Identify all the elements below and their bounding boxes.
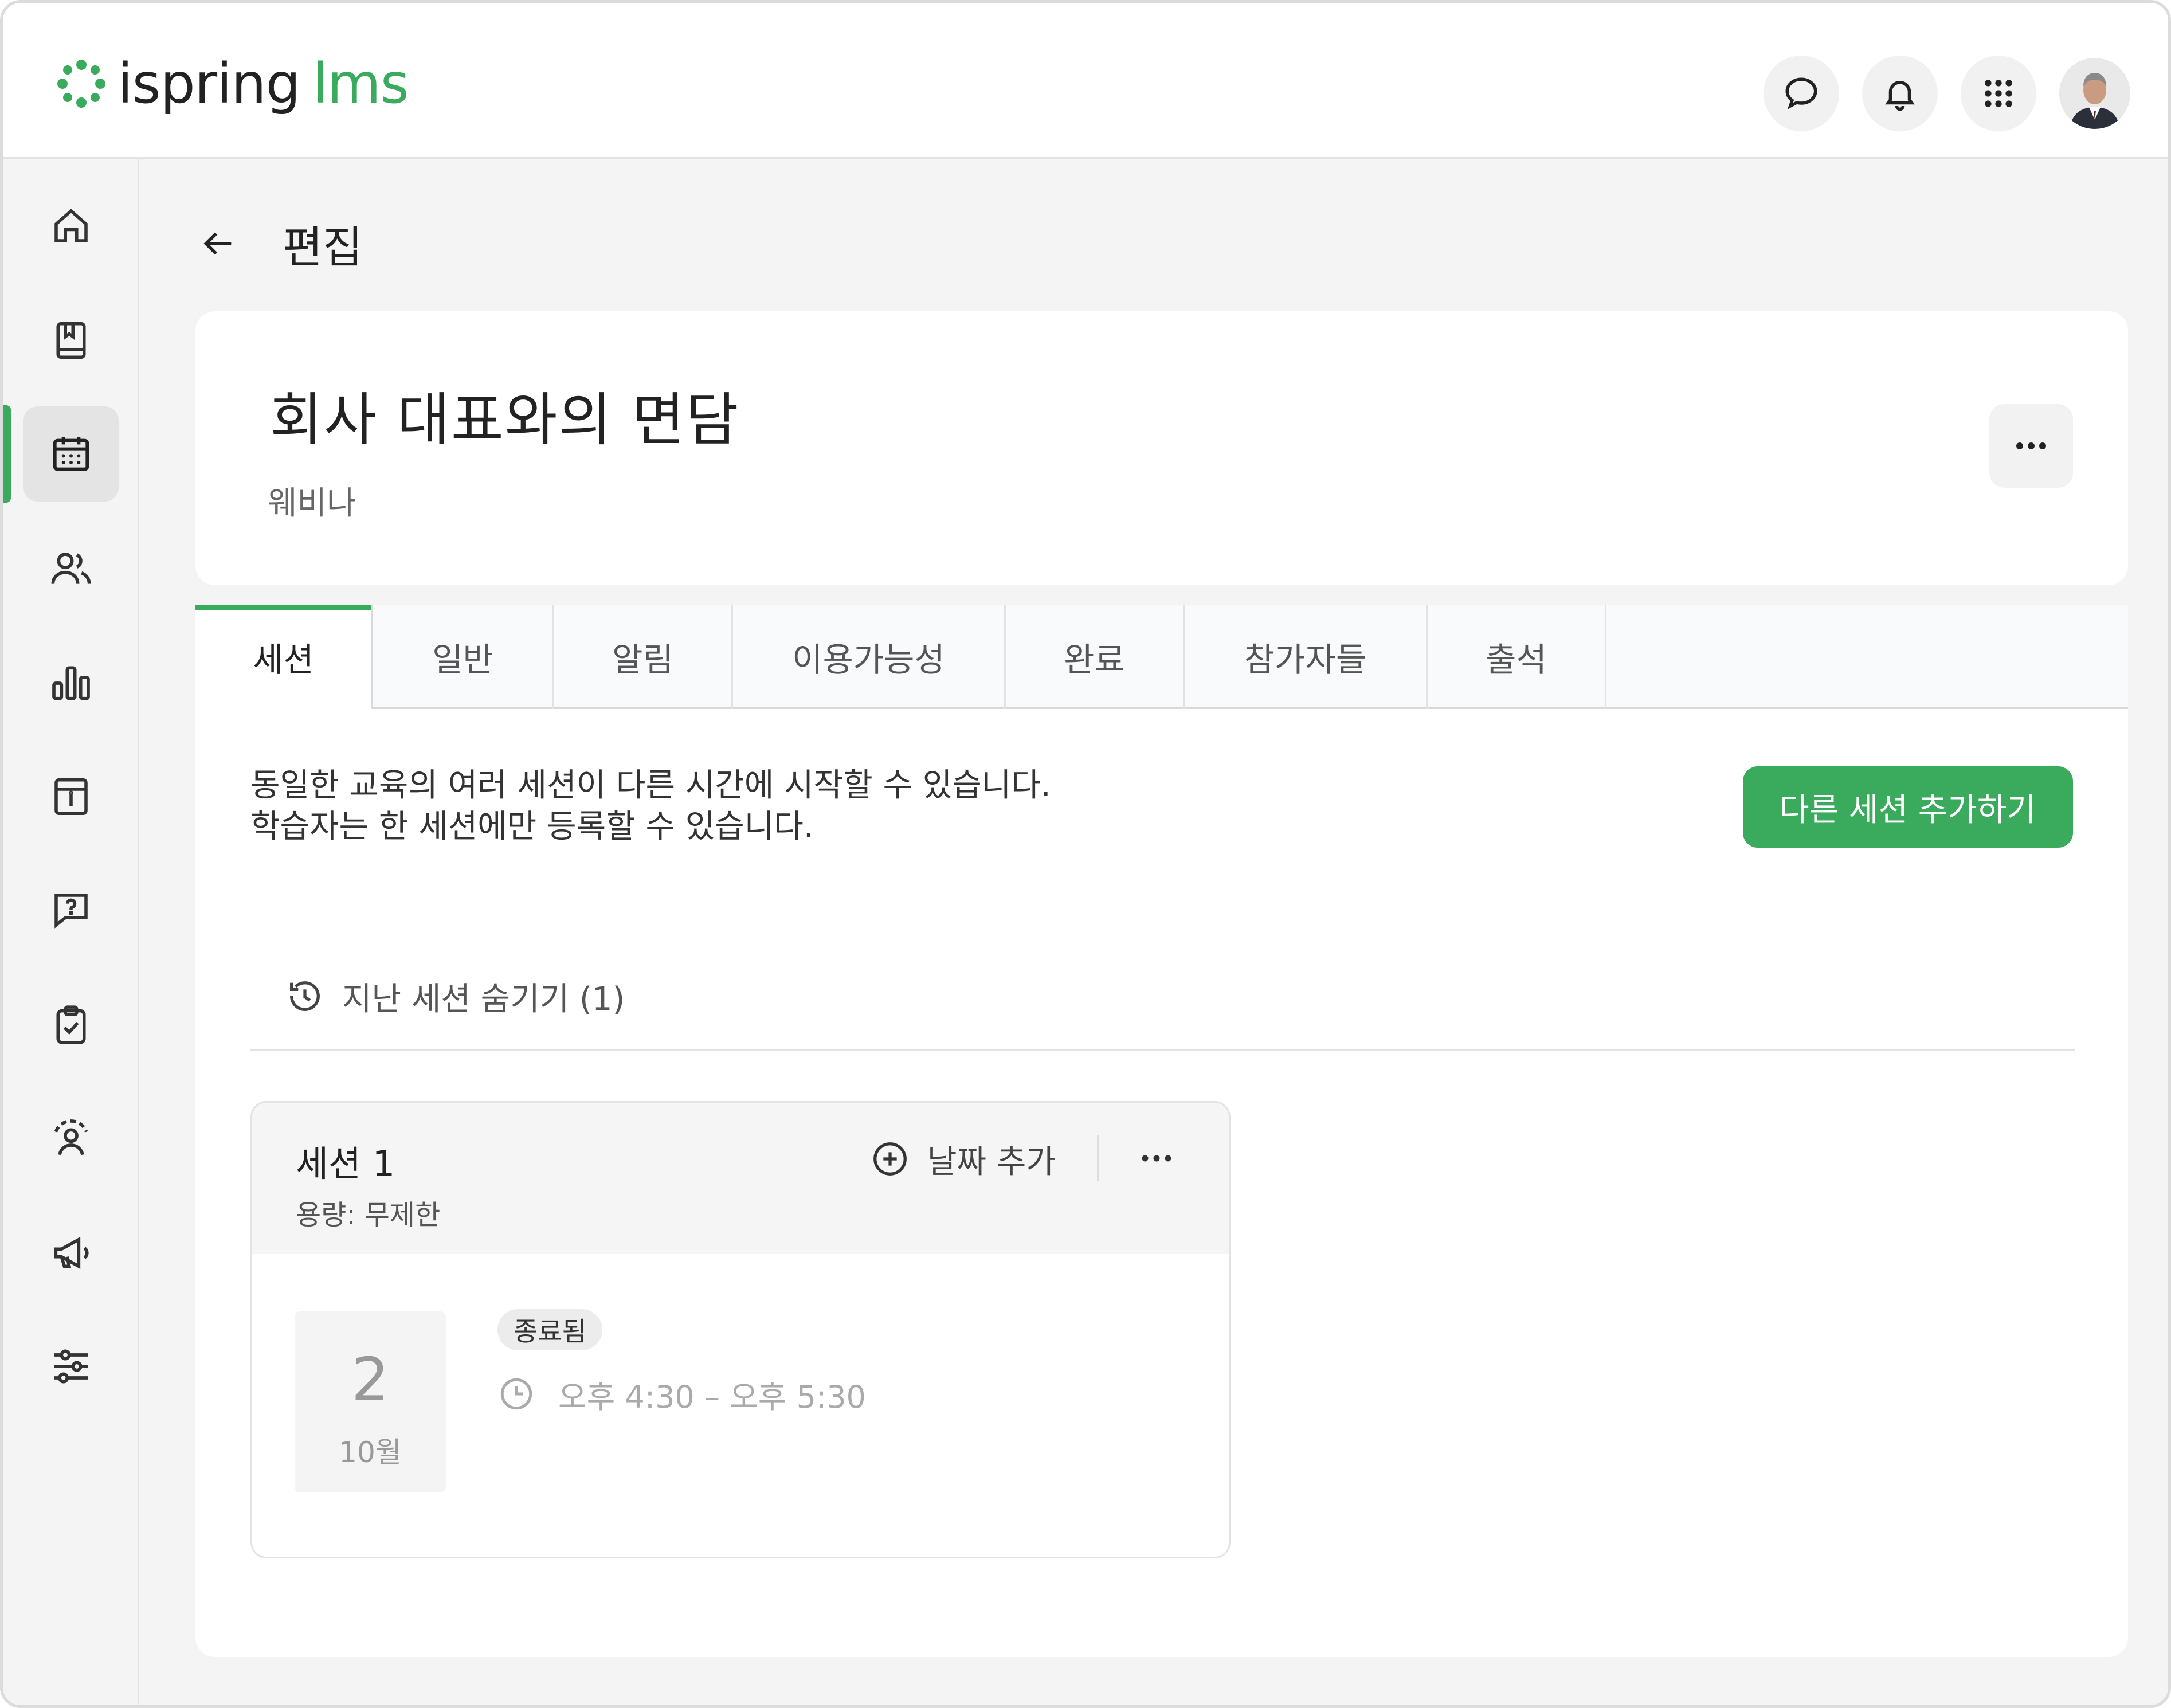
sliders-icon xyxy=(54,1349,88,1384)
user-gear-icon xyxy=(54,1119,88,1155)
status-badge: 종료됨 xyxy=(497,1309,602,1350)
users-icon xyxy=(51,553,91,584)
session-month: 10월 xyxy=(339,1436,402,1469)
logo-mark-icon xyxy=(57,60,105,108)
book-icon xyxy=(56,322,86,359)
megaphone-icon xyxy=(54,1236,89,1270)
tab-participants[interactable]: 참가자들 xyxy=(1185,605,1428,709)
session-capacity: 용량: 무제한 xyxy=(296,1199,441,1231)
sidebar-item-info[interactable] xyxy=(23,749,119,844)
logo-suffix: lms xyxy=(312,52,409,116)
info-page-icon xyxy=(54,778,88,816)
logo[interactable]: ispring lms xyxy=(56,52,409,116)
sidebar xyxy=(3,159,139,1705)
sidebar-item-home[interactable] xyxy=(23,178,119,273)
sidebar-item-management[interactable] xyxy=(23,1092,119,1187)
page-title: 회사 대표와의 면담 xyxy=(270,386,740,453)
sidebar-item-settings[interactable] xyxy=(23,1319,119,1414)
tab-availability[interactable]: 이용가능성 xyxy=(733,605,1006,709)
sidebar-item-announcements[interactable] xyxy=(23,1205,119,1300)
more-horizontal-icon xyxy=(1142,1155,1171,1162)
divider xyxy=(250,1049,2075,1051)
app-window: ispring lms 편집 회사 대표와의 면담 웨비나 세션 일반 알림 이… xyxy=(0,0,2171,1708)
session-card: 세션 1 용량: 무제한 날짜 추가 2 10월 종료됨 오후 4:30 – 오… xyxy=(250,1101,1231,1558)
tab-general[interactable]: 일반 xyxy=(373,605,554,709)
sidebar-item-courses[interactable] xyxy=(23,293,119,388)
home-icon xyxy=(54,209,88,242)
session-card-header: 세션 1 용량: 무제한 날짜 추가 xyxy=(252,1103,1229,1254)
add-session-button[interactable]: 다른 세션 추가하기 xyxy=(1743,766,2073,848)
clock-icon xyxy=(500,1378,532,1410)
event-header-card: 회사 대표와의 면담 웨비나 xyxy=(195,311,2128,585)
chat-button[interactable] xyxy=(1764,56,1839,131)
session-more-button[interactable] xyxy=(1134,1138,1179,1178)
top-bar: ispring lms xyxy=(3,3,2168,159)
plus-circle-icon xyxy=(873,1142,907,1176)
sidebar-item-users[interactable] xyxy=(23,521,119,616)
notifications-button[interactable] xyxy=(1862,56,1938,131)
tabs-bar: 세션 일반 알림 이용가능성 완료 참가자들 출석 xyxy=(195,605,2128,709)
tab-sessions[interactable]: 세션 xyxy=(195,605,373,709)
back-arrow-icon[interactable] xyxy=(198,224,238,264)
add-date-button[interactable]: 날짜 추가 xyxy=(870,1135,1056,1183)
sessions-description: 동일한 교육의 여러 세션이 다른 시간에 시작할 수 있습니다. 학습자는 한… xyxy=(250,767,1051,845)
back-row: 편집 xyxy=(198,215,363,273)
calendar-icon xyxy=(53,437,89,471)
sidebar-item-reports[interactable] xyxy=(23,636,119,731)
bar-chart-icon xyxy=(52,666,90,700)
session-title: 세션 1 xyxy=(296,1143,395,1185)
session-time: 오후 4:30 – 오후 5:30 xyxy=(497,1371,866,1417)
more-horizontal-icon xyxy=(2016,442,2046,449)
tab-attendance[interactable]: 출석 xyxy=(1428,605,1606,709)
hide-past-sessions-toggle[interactable]: 지난 세션 숨기기 (1) xyxy=(285,970,625,1022)
user-avatar[interactable] xyxy=(2059,58,2130,129)
chat-icon xyxy=(1785,77,1817,109)
apps-button[interactable] xyxy=(1961,56,2036,131)
history-icon xyxy=(290,981,320,1011)
question-chat-icon xyxy=(54,894,88,929)
avatar-image xyxy=(2059,58,2130,129)
sessions-panel: 동일한 교육의 여러 세션이 다른 시간에 시작할 수 있습니다. 학습자는 한… xyxy=(195,709,2128,1657)
logo-word: ispring xyxy=(117,52,301,116)
active-nav-indicator xyxy=(3,405,11,503)
page-mode-title: 편집 xyxy=(283,222,363,273)
apps-grid-icon xyxy=(1985,80,2012,107)
session-date-box: 2 10월 xyxy=(295,1311,446,1492)
sidebar-item-questions[interactable] xyxy=(23,863,119,958)
tab-completion[interactable]: 완료 xyxy=(1006,605,1185,709)
event-more-button[interactable] xyxy=(1989,404,2073,488)
event-type: 웨비나 xyxy=(268,485,356,522)
tab-notifications[interactable]: 알림 xyxy=(554,605,733,709)
sidebar-item-calendar[interactable] xyxy=(23,406,119,502)
clipboard-check-icon xyxy=(56,1005,86,1044)
divider xyxy=(1097,1135,1099,1181)
session-day: 2 xyxy=(351,1345,390,1415)
bell-icon xyxy=(1884,81,1915,111)
sidebar-item-tasks[interactable] xyxy=(23,977,119,1072)
